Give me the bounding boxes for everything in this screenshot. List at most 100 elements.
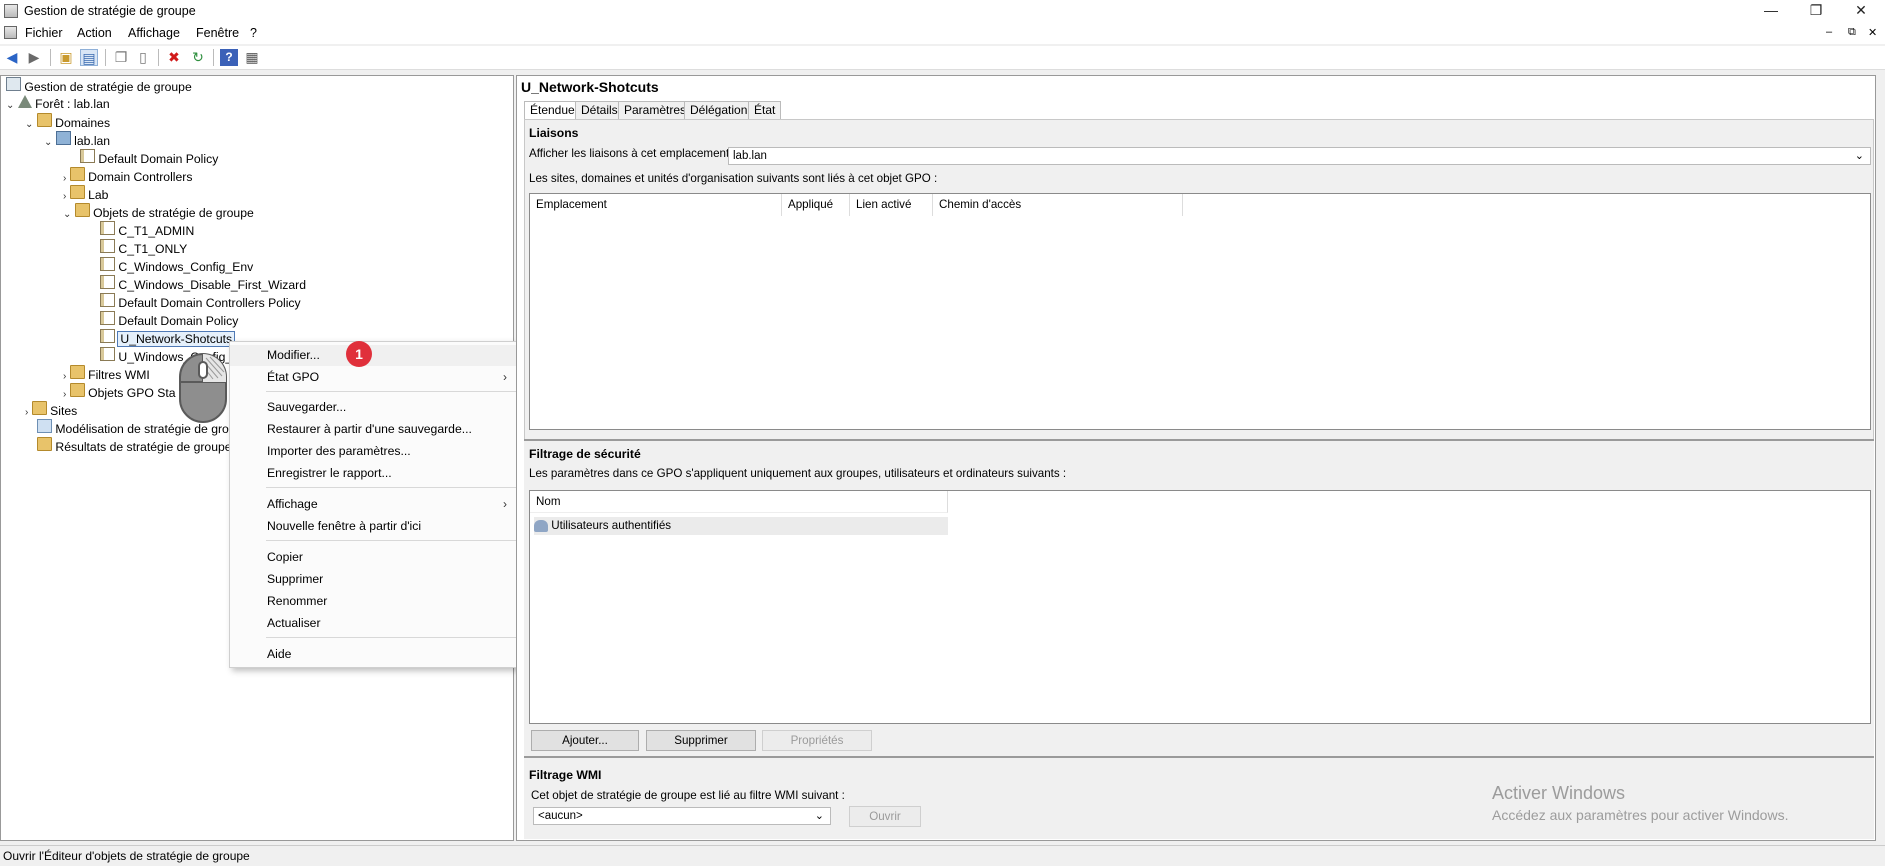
menu-help[interactable]: ? (250, 26, 257, 40)
up-folder-icon[interactable]: ▣ (57, 49, 75, 66)
chevron-down-icon[interactable]: ⌄ (25, 119, 33, 130)
properties-pane-icon[interactable]: ▦ (243, 49, 261, 66)
wmi-filter-select[interactable]: <aucun> ⌄ (533, 807, 831, 825)
menu-item-enregistrer[interactable]: Enregistrer le rapport... (230, 463, 519, 484)
tree-gpo-item-selected[interactable]: U_Network-Shotcuts (100, 329, 236, 347)
tree-lab[interactable]: › Lab (63, 185, 108, 203)
folder-icon (69, 383, 85, 397)
menu-item-sauvegarder[interactable]: Sauvegarder... (230, 397, 519, 418)
copy-icon[interactable]: ❐ (112, 49, 130, 66)
tree-item-label: Objets GPO Sta (88, 386, 176, 400)
tree-results[interactable]: Résultats de stratégie de groupe (37, 437, 232, 455)
tree-gpo-item[interactable]: C_Windows_Disable_First_Wizard (100, 275, 306, 293)
column-header-nom[interactable]: Nom (530, 491, 948, 513)
menu-item-copier[interactable]: Copier (230, 547, 519, 568)
chevron-right-icon[interactable]: › (63, 191, 66, 202)
tree-gpo-item[interactable]: Default Domain Policy (100, 311, 238, 329)
menu-fichier[interactable]: Fichier (25, 26, 63, 40)
chevron-down-icon[interactable]: ⌄ (63, 209, 71, 220)
results-icon (37, 437, 52, 451)
chevron-right-icon[interactable]: › (25, 407, 28, 418)
menu-item-label: Renommer (267, 594, 328, 608)
back-arrow-icon[interactable]: ◀ (3, 49, 21, 66)
folder-icon (69, 365, 85, 379)
delete-icon[interactable]: ✖ (165, 49, 183, 66)
tree-gpo-item[interactable]: Default Domain Controllers Policy (100, 293, 301, 311)
column-header-emplacement[interactable]: Emplacement (530, 194, 782, 216)
show-tree-icon[interactable]: ▤ (80, 49, 98, 66)
add-button[interactable]: Ajouter... (531, 730, 639, 751)
remove-button[interactable]: Supprimer (646, 730, 756, 751)
tree-sites[interactable]: › Sites (25, 401, 77, 419)
tree-item-label: Lab (88, 188, 109, 202)
menu-item-renommer[interactable]: Renommer (230, 591, 519, 612)
tree-root[interactable]: Gestion de stratégie de groupe (6, 77, 192, 95)
chevron-right-icon[interactable]: › (63, 389, 66, 400)
menu-item-label: Restaurer à partir d'une sauvegarde... (267, 422, 472, 436)
chevron-down-icon[interactable]: ⌄ (6, 100, 14, 111)
menu-item-supprimer[interactable]: Supprimer (230, 569, 519, 590)
inner-restore-button[interactable]: ⧉ (1848, 26, 1856, 39)
tree-starter-gpos[interactable]: › Objets GPO Sta (63, 383, 176, 401)
tree-default-domain-policy-link[interactable]: Default Domain Policy (80, 149, 218, 167)
forward-arrow-icon[interactable]: ▶ (25, 49, 43, 66)
inner-close-button[interactable]: ✕ (1868, 26, 1877, 39)
chevron-down-icon: ⌄ (1854, 150, 1864, 162)
liaisons-list[interactable]: Emplacement Appliqué Lien activé Chemin … (529, 193, 1871, 430)
tree-gpo-item[interactable]: C_T1_ONLY (100, 239, 187, 257)
gpo-icon (100, 221, 115, 235)
menu-item-modifier[interactable]: Modifier... (230, 345, 519, 366)
minimize-button[interactable]: — (1748, 0, 1794, 22)
menu-fenetre[interactable]: Fenêtre (196, 26, 239, 40)
maximize-button[interactable]: ❐ (1793, 0, 1839, 22)
chevron-right-icon[interactable]: › (63, 371, 66, 382)
tab-etat[interactable]: État (748, 101, 782, 119)
column-header-lien-active[interactable]: Lien activé (850, 194, 933, 216)
tree-domain-lablan[interactable]: ⌄ lab.lan (44, 131, 110, 149)
tree-wmi-filters[interactable]: › Filtres WMI (63, 365, 150, 383)
menu-affichage[interactable]: Affichage (128, 26, 180, 40)
properties-button[interactable]: Propriétés (762, 730, 872, 751)
menu-action[interactable]: Action (77, 26, 112, 40)
open-wmi-button[interactable]: Ouvrir (849, 806, 921, 827)
tab-details[interactable]: Détails (575, 101, 624, 119)
chevron-right-icon[interactable]: › (63, 173, 66, 184)
gpmc-icon (6, 77, 21, 91)
tree-forest[interactable]: ⌄ Forêt : lab.lan (6, 95, 110, 113)
help-icon[interactable]: ? (220, 49, 238, 66)
column-header-chemin[interactable]: Chemin d'accès (933, 194, 1183, 216)
tree-gpo-item[interactable]: C_Windows_Config_Env (100, 257, 253, 275)
gpo-icon (100, 347, 115, 361)
submenu-arrow-icon: › (503, 370, 507, 384)
security-row[interactable]: Utilisateurs authentifiés (534, 517, 948, 535)
close-button[interactable]: ✕ (1838, 0, 1884, 22)
tree-gpo-item[interactable]: C_T1_ADMIN (100, 221, 194, 239)
menu-item-importer[interactable]: Importer des paramètres... (230, 441, 519, 462)
tab-parametres[interactable]: Paramètres (618, 101, 693, 119)
inner-minimize-button[interactable]: – (1826, 26, 1832, 38)
tree-domain-controllers[interactable]: › Domain Controllers (63, 167, 192, 185)
menu-item-nouvelle-fenetre[interactable]: Nouvelle fenêtre à partir d'ici (230, 516, 519, 537)
column-header-applique[interactable]: Appliqué (782, 194, 850, 216)
tree-gpo-container[interactable]: ⌄ Objets de stratégie de groupe (63, 203, 254, 221)
menu-item-affichage[interactable]: Affichage › (230, 494, 519, 515)
menu-separator (266, 391, 516, 392)
show-links-combo[interactable]: lab.lan ⌄ (728, 147, 1871, 165)
toolbar-separator (50, 49, 51, 66)
tree-root-label: Gestion de stratégie de groupe (24, 80, 192, 94)
menu-item-actualiser[interactable]: Actualiser (230, 613, 519, 634)
menu-item-aide[interactable]: Aide (230, 644, 519, 665)
tree-domains[interactable]: ⌄ Domaines (25, 113, 110, 131)
tab-delegation[interactable]: Délégation (684, 101, 754, 119)
tab-etendue[interactable]: Étendue (524, 101, 581, 120)
status-bar: Ouvrir l'Éditeur d'objets de stratégie d… (0, 845, 1885, 866)
chevron-down-icon[interactable]: ⌄ (44, 137, 52, 148)
gpo-icon (100, 311, 115, 325)
menu-item-etat-gpo[interactable]: État GPO › (230, 367, 519, 388)
paste-icon[interactable]: ▯ (134, 49, 152, 66)
refresh-icon[interactable]: ↻ (189, 49, 207, 66)
security-list[interactable]: Nom Utilisateurs authentifiés (529, 490, 1871, 724)
gpo-link-icon (80, 149, 95, 163)
menu-item-restaurer[interactable]: Restaurer à partir d'une sauvegarde... (230, 419, 519, 440)
system-menu-icon[interactable] (4, 26, 17, 39)
